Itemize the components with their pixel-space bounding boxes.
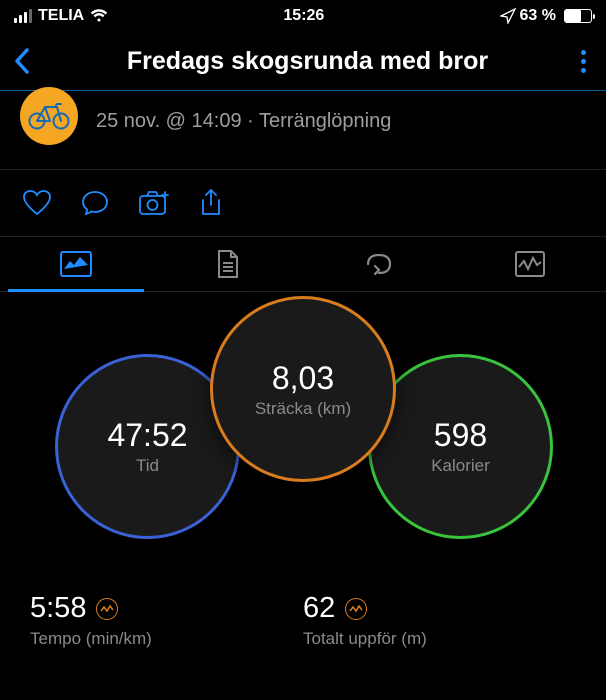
battery-icon [564, 9, 592, 23]
tabs [0, 236, 606, 292]
tab-charts[interactable] [455, 237, 606, 291]
tab-details[interactable] [152, 237, 304, 291]
pace-stat[interactable]: 5:58 Tempo (min/km) [30, 592, 303, 649]
comment-icon[interactable] [80, 189, 110, 217]
elevation-value: 62 [303, 592, 335, 625]
time-label: Tid [136, 456, 159, 476]
distance-label: Sträcka (km) [255, 399, 351, 419]
battery-label: 63 % [520, 7, 556, 25]
activity-type: Terränglöpning [259, 110, 391, 132]
calories-value: 598 [434, 417, 487, 454]
status-bar: TELIA 15:26 63 % [0, 0, 606, 32]
share-icon[interactable] [198, 188, 224, 218]
chart-badge-icon [345, 598, 367, 620]
pace-label: Tempo (min/km) [30, 629, 303, 649]
stats-row: 5:58 Tempo (min/km) 62 Totalt uppför (m) [0, 566, 606, 649]
like-icon[interactable] [22, 189, 52, 217]
camera-add-icon[interactable] [138, 189, 170, 217]
tab-laps[interactable] [303, 237, 455, 291]
charts-tab-icon [515, 251, 545, 277]
signal-icon [14, 9, 32, 23]
action-row [0, 170, 606, 236]
activity-meta-row: 25 nov. @ 14:09 · Terränglöpning [0, 91, 606, 170]
page-title: Fredags skogsrunda med bror [127, 47, 488, 76]
chart-badge-icon [96, 598, 118, 620]
carrier-label: TELIA [38, 7, 84, 25]
activity-meta: 25 nov. @ 14:09 · Terränglöpning [96, 110, 391, 133]
details-tab-icon [214, 249, 240, 279]
more-menu-button[interactable] [581, 50, 586, 73]
activity-timestamp: 25 nov. @ 14:09 [96, 110, 242, 132]
distance-value: 8,03 [272, 360, 334, 397]
location-arrow-icon [500, 8, 516, 24]
activity-avatar[interactable] [20, 87, 78, 145]
laps-tab-icon [362, 252, 396, 276]
summary-circles: 47:52 Tid 598 Kalorier 8,03 Sträcka (km) [0, 296, 606, 566]
tab-overview[interactable] [0, 237, 152, 291]
overview-tab-icon [60, 251, 92, 277]
elevation-stat[interactable]: 62 Totalt uppför (m) [303, 592, 576, 649]
calories-label: Kalorier [431, 456, 490, 476]
bicycle-icon [28, 102, 70, 130]
status-left: TELIA [14, 7, 108, 25]
pace-value: 5:58 [30, 592, 86, 625]
elevation-label: Totalt uppför (m) [303, 629, 576, 649]
back-chevron-icon[interactable] [12, 46, 34, 76]
time-value: 47:52 [107, 417, 187, 454]
wifi-icon [90, 9, 108, 23]
status-time: 15:26 [283, 7, 324, 25]
status-right: 63 % [500, 7, 592, 25]
distance-circle[interactable]: 8,03 Sträcka (km) [210, 296, 396, 482]
nav-header: Fredags skogsrunda med bror [0, 32, 606, 91]
